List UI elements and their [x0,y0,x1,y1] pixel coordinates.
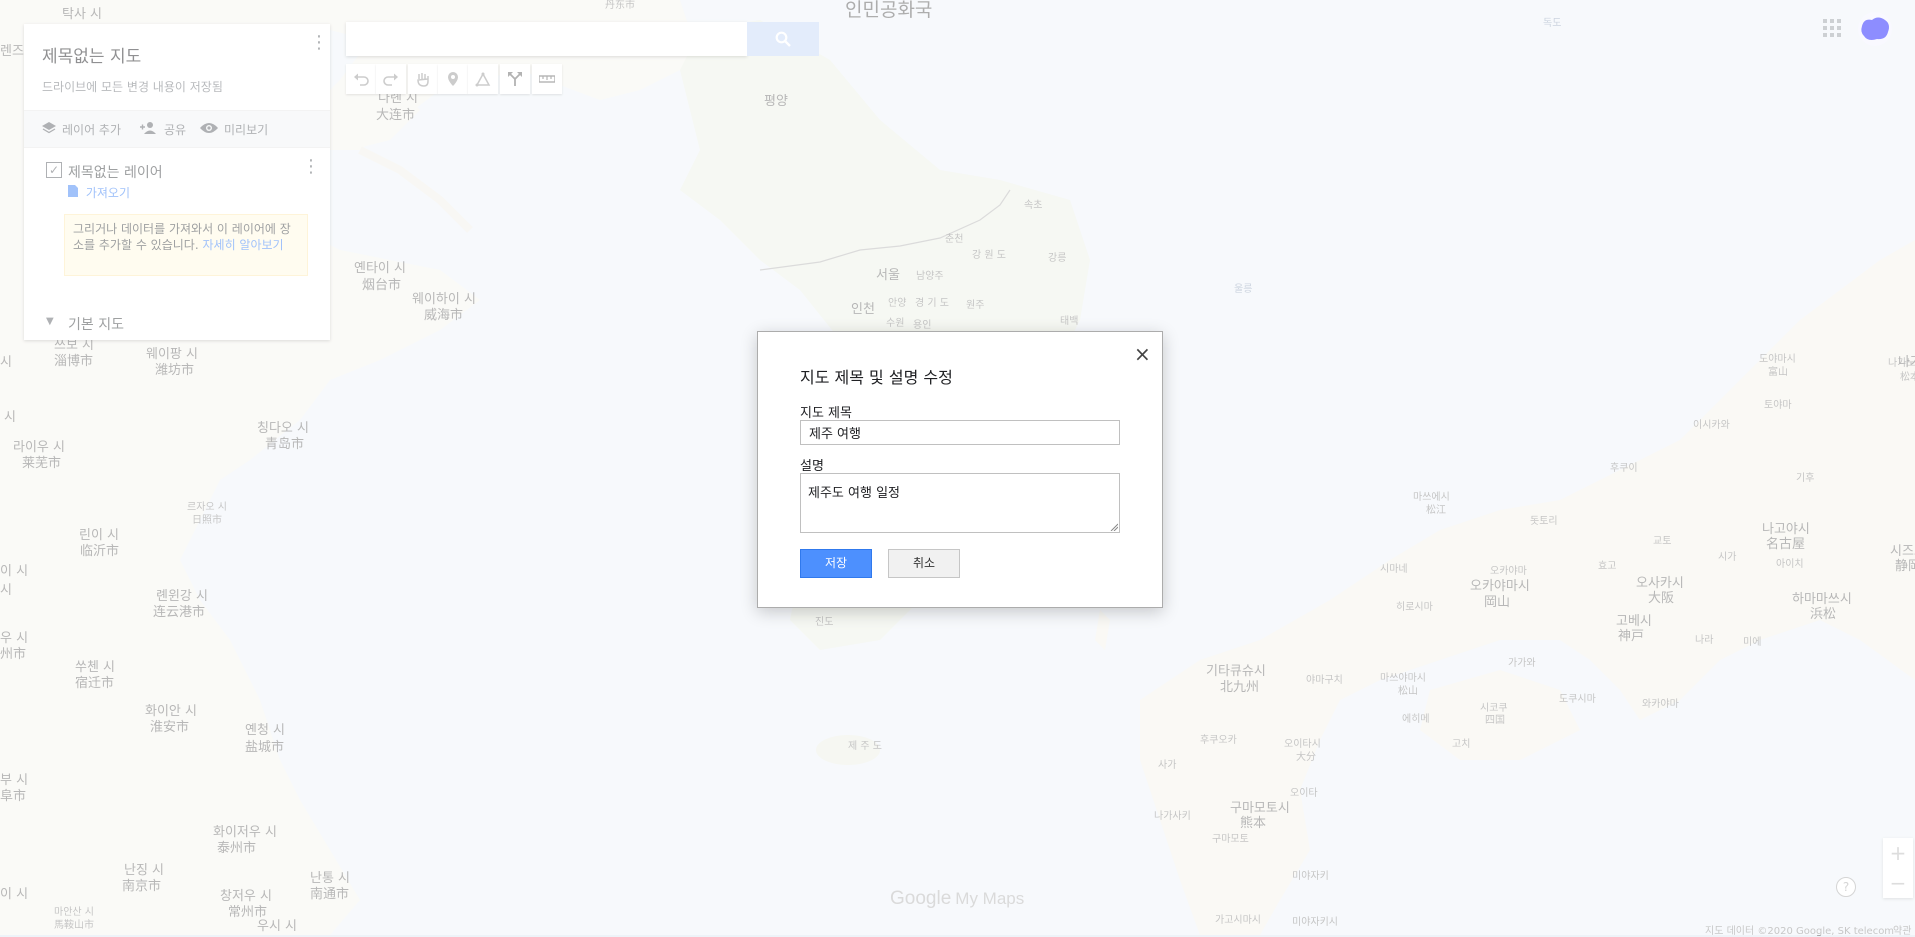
cancel-button[interactable]: 취소 [888,549,960,578]
map-title-label: 지도 제목 [800,406,852,421]
dialog-title: 지도 제목 및 설명 수정 [800,368,953,387]
save-button[interactable]: 저장 [800,549,872,578]
description-label: 설명 [800,459,824,474]
description-textarea[interactable]: 제주도 여행 일정 [800,473,1120,533]
map-title-input[interactable] [800,420,1120,445]
close-icon[interactable]: × [1134,344,1151,364]
edit-title-dialog: 지도 제목 및 설명 수정 × 지도 제목 설명 제주도 여행 일정 저장 취소 [757,331,1163,608]
resize-handle-icon[interactable] [1110,523,1118,531]
